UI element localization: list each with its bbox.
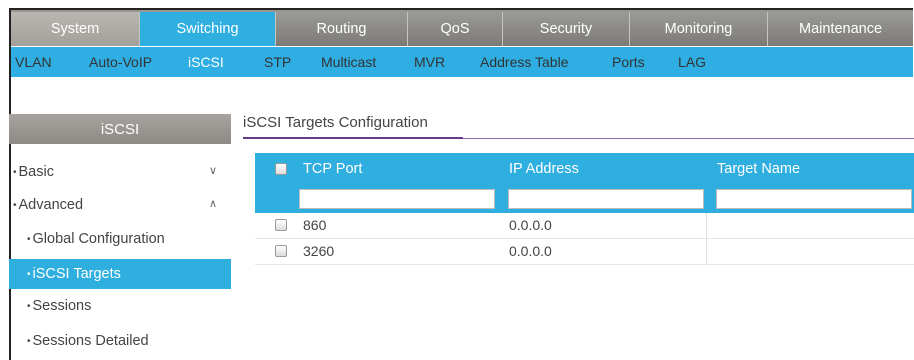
cell-ip-address: 0.0.0.0 <box>509 243 552 259</box>
subnav-auto-voip[interactable]: Auto-VoIP <box>89 54 152 70</box>
filter-target-name-input[interactable] <box>716 189 912 209</box>
sidebar-item-label: Sessions Detailed <box>32 333 149 349</box>
tab-monitoring[interactable]: Monitoring <box>630 12 768 46</box>
filter-tcp-port-input[interactable] <box>299 189 495 209</box>
bullet: • <box>13 166 17 178</box>
title-underline <box>243 137 463 139</box>
subnav-lag[interactable]: LAG <box>678 54 706 70</box>
sidebar-header: iSCSI <box>9 114 231 144</box>
tab-label: System <box>50 21 100 37</box>
page-title: iSCSI Targets Configuration <box>243 114 428 131</box>
column-header-target-name[interactable]: Target Name <box>717 161 800 177</box>
subnav-address-table[interactable]: Address Table <box>480 54 568 70</box>
tab-security[interactable]: Security <box>503 12 630 46</box>
bullet: • <box>27 233 31 245</box>
sidebar-item-advanced[interactable]: • Advanced ∧ <box>9 192 231 218</box>
bullet: • <box>27 268 31 280</box>
subnav-ports[interactable]: Ports <box>612 54 645 70</box>
tab-routing[interactable]: Routing <box>276 12 408 46</box>
subnav-iscsi[interactable]: iSCSI <box>188 54 224 70</box>
sidebar-item-label: Sessions <box>32 298 92 314</box>
sidebar-item-global-configuration[interactable]: • Global Configuration <box>9 226 231 252</box>
sidebar-item-sessions-detailed[interactable]: • Sessions Detailed <box>9 328 231 354</box>
tab-switching[interactable]: Switching <box>140 12 276 46</box>
bullet: • <box>27 335 31 347</box>
chevron-up-icon[interactable]: ∧ <box>209 197 217 210</box>
sidebar-item-label: iSCSI Targets <box>32 266 121 282</box>
tab-label: Switching <box>176 21 239 37</box>
tab-label: Monitoring <box>664 21 733 37</box>
tab-label: QoS <box>440 21 470 37</box>
row-checkbox[interactable] <box>275 245 287 257</box>
cell-tcp-port: 3260 <box>303 243 335 259</box>
sidebar-item-label: Basic <box>18 164 54 180</box>
row-checkbox[interactable] <box>275 219 287 231</box>
tab-label: Maintenance <box>798 21 883 37</box>
column-divider <box>706 239 707 264</box>
subnav-multicast[interactable]: Multicast <box>321 54 376 70</box>
table-header: TCP Port IP Address Target Name <box>255 153 914 185</box>
subnav-vlan[interactable]: VLAN <box>15 54 52 70</box>
top-nav: System Switching Routing QoS Security Mo… <box>11 10 913 46</box>
sub-nav: VLAN Auto-VoIP iSCSI STP Multicast MVR A… <box>11 47 913 77</box>
cell-ip-address: 0.0.0.0 <box>509 217 552 233</box>
tab-system[interactable]: System <box>11 12 140 46</box>
subnav-mvr[interactable]: MVR <box>414 54 445 70</box>
targets-table: TCP Port IP Address Target Name 860 0.0.… <box>255 153 914 265</box>
cell-tcp-port: 860 <box>303 217 327 233</box>
column-header-tcp-port[interactable]: TCP Port <box>303 161 362 177</box>
table-row[interactable]: 3260 0.0.0.0 <box>255 239 914 265</box>
filter-row <box>255 185 914 213</box>
sidebar-item-label: Global Configuration <box>32 231 165 247</box>
bullet: • <box>27 300 31 312</box>
tab-label: Security <box>539 21 593 37</box>
filter-ip-address-input[interactable] <box>508 189 704 209</box>
title-divider <box>463 138 914 139</box>
sidebar-item-label: Advanced <box>18 197 84 213</box>
column-divider <box>706 213 707 238</box>
bullet: • <box>13 199 17 211</box>
chevron-down-icon[interactable]: ∨ <box>209 164 217 177</box>
sidebar-title: iSCSI <box>100 120 140 138</box>
sidebar-item-iscsi-targets[interactable]: • iSCSI Targets <box>9 259 231 289</box>
tab-qos[interactable]: QoS <box>408 12 503 46</box>
sidebar-item-sessions[interactable]: • Sessions <box>9 293 231 319</box>
tab-label: Routing <box>316 21 367 37</box>
table-row[interactable]: 860 0.0.0.0 <box>255 213 914 239</box>
subnav-stp[interactable]: STP <box>264 54 291 70</box>
tab-maintenance[interactable]: Maintenance <box>768 12 913 46</box>
sidebar-item-basic[interactable]: • Basic ∨ <box>9 159 231 185</box>
column-header-ip-address[interactable]: IP Address <box>509 161 579 177</box>
select-all-checkbox[interactable] <box>275 163 287 175</box>
